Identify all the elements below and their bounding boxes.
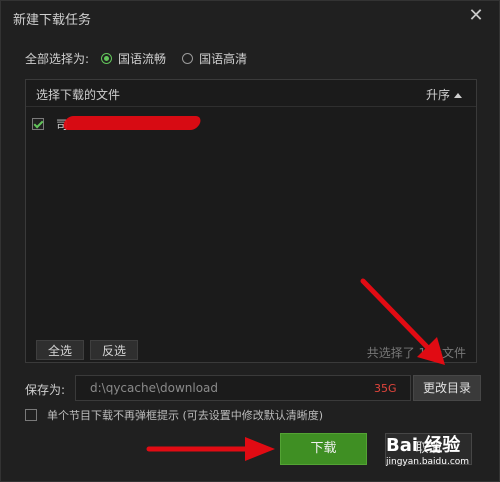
- no-popup-option[interactable]: 单个节目下载不再弹框提示 (可去设置中修改默认清晰度): [25, 407, 323, 423]
- radio-smooth[interactable]: 国语流畅: [101, 50, 166, 67]
- radio-smooth-label: 国语流畅: [118, 51, 167, 66]
- annotation-arrow-down: [360, 278, 445, 365]
- radio-checked-icon: [101, 52, 113, 64]
- radio-hd[interactable]: 国语高清: [182, 50, 247, 67]
- download-button[interactable]: 下载: [280, 433, 367, 465]
- invert-selection-button[interactable]: 反选: [90, 340, 138, 360]
- quality-label: 全部选择为:: [25, 51, 90, 66]
- download-dialog: 新建下载任务 ✕ 全部选择为: 国语流畅 国语高清 选择下载的文件 升序 司 全…: [0, 0, 500, 482]
- file-checkbox[interactable]: [32, 118, 44, 130]
- watermark-logo: Bai 经验: [386, 435, 461, 456]
- title-bar: 新建下载任务 ✕: [1, 1, 499, 33]
- quality-selector: 全部选择为: 国语流畅 国语高清: [25, 49, 263, 67]
- radio-hd-label: 国语高清: [199, 51, 248, 66]
- select-all-button[interactable]: 全选: [36, 340, 84, 360]
- file-list-title: 选择下载的文件: [36, 88, 121, 102]
- baidu-watermark: Bai 经验 jingyan.baidu.com: [384, 427, 492, 473]
- annotation-arrow-right: [146, 437, 275, 461]
- sort-button[interactable]: 升序: [426, 86, 462, 103]
- sort-label: 升序: [425, 88, 450, 102]
- redaction-mark: [61, 116, 203, 130]
- no-popup-checkbox[interactable]: [25, 409, 37, 421]
- no-popup-label: 单个节目下载不再弹框提示 (可去设置中修改默认清晰度): [47, 409, 324, 422]
- sort-asc-icon: [454, 93, 462, 98]
- close-icon[interactable]: ✕: [467, 7, 485, 25]
- save-as-label: 保存为:: [25, 383, 66, 397]
- file-list-header: 选择下载的文件 升序: [26, 80, 476, 107]
- watermark-url: jingyan.baidu.com: [386, 457, 470, 467]
- radio-unchecked-icon: [182, 52, 194, 64]
- dialog-title: 新建下载任务: [13, 13, 92, 28]
